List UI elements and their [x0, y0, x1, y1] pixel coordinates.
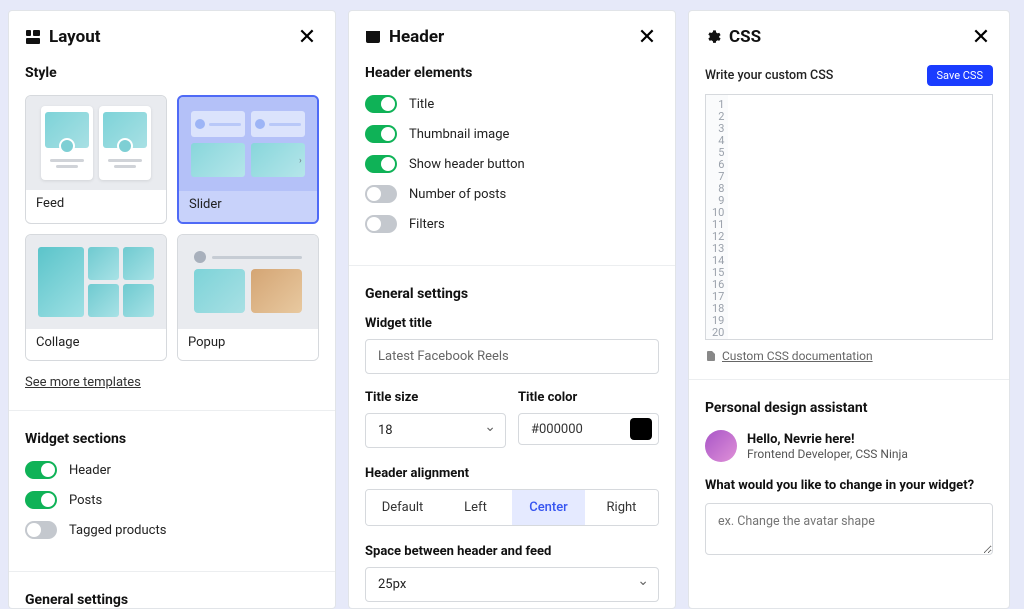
css-panel-head: CSS ✕	[689, 11, 1009, 65]
assistant-info: Hello, Nevrie here! Frontend Developer, …	[705, 430, 993, 462]
header-general-section: General settings Widget title Title size…	[349, 265, 675, 609]
align-default[interactable]: Default	[366, 490, 439, 525]
style-label: Feed	[26, 190, 166, 221]
space-select[interactable]: 25px	[365, 567, 659, 602]
widget-title-label: Widget title	[365, 316, 659, 331]
toggle-tagged-products[interactable]	[25, 521, 57, 539]
general-settings-section: General settings	[9, 571, 335, 609]
style-section: Style Feed ✓ › Slider	[9, 65, 335, 410]
alignment-segment: Default Left Center Right	[365, 489, 659, 526]
close-button[interactable]: ✕	[635, 25, 659, 49]
title-size-label: Title size	[365, 390, 506, 405]
title-color-value: #000000	[531, 422, 630, 437]
widget-title-input[interactable]	[365, 339, 659, 374]
doc-icon	[705, 350, 717, 362]
alignment-label: Header alignment	[365, 466, 659, 481]
header-icon	[365, 29, 381, 45]
style-label: Slider	[179, 191, 317, 222]
layout-panel: Layout ✕ Style Feed ✓ › Slider	[8, 10, 336, 609]
toggle-number-of-posts[interactable]	[365, 185, 397, 203]
title-color-label: Title color	[518, 390, 659, 405]
assistant-heading: Personal design assistant	[705, 400, 993, 416]
widget-sections-heading: Widget sections	[25, 431, 319, 447]
assistant-input[interactable]	[705, 503, 993, 555]
general-heading: General settings	[25, 592, 319, 608]
style-label: Collage	[26, 329, 166, 360]
title-size-select[interactable]: 18	[365, 413, 506, 448]
header-elements-section: Header elements Title Thumbnail image Sh…	[349, 65, 675, 265]
line-numbers: 1234567891011121314151617181920	[706, 95, 728, 339]
css-title: CSS	[729, 27, 969, 47]
style-label: Popup	[178, 329, 318, 360]
style-option-collage[interactable]: Collage	[25, 234, 167, 361]
layout-icon	[25, 29, 41, 45]
close-button[interactable]: ✕	[295, 25, 319, 49]
assistant-role: Frontend Developer, CSS Ninja	[747, 447, 908, 461]
css-panel: CSS ✕ Write your custom CSS Save CSS 123…	[688, 10, 1010, 609]
color-swatch[interactable]	[630, 418, 652, 440]
title-color-input[interactable]: #000000	[518, 413, 659, 445]
toggle-title[interactable]	[365, 95, 397, 113]
style-grid: Feed ✓ › Slider	[25, 95, 319, 361]
assistant-name: Hello, Nevrie here!	[747, 432, 908, 447]
header-panel: Header ✕ Header elements Title Thumbnail…	[348, 10, 676, 609]
toggle-header-button[interactable]	[365, 155, 397, 173]
assistant-avatar	[705, 430, 737, 462]
toggle-header[interactable]	[25, 461, 57, 479]
layout-title: Layout	[49, 27, 295, 47]
save-css-button[interactable]: Save CSS	[927, 65, 993, 86]
gear-icon	[705, 29, 721, 45]
toggle-thumbnail[interactable]	[365, 125, 397, 143]
header-general-heading: General settings	[365, 286, 659, 302]
toggle-posts[interactable]	[25, 491, 57, 509]
style-heading: Style	[25, 65, 319, 81]
style-option-feed[interactable]: Feed	[25, 95, 167, 224]
space-label: Space between header and feed	[365, 544, 659, 559]
code-body[interactable]	[728, 95, 992, 339]
header-title: Header	[389, 27, 635, 47]
header-elements-heading: Header elements	[365, 65, 659, 81]
doc-link-row: Custom CSS documentation	[689, 340, 1009, 379]
css-code-editor[interactable]: 1234567891011121314151617181920	[705, 94, 993, 340]
see-more-templates-link[interactable]: See more templates	[25, 375, 141, 390]
header-panel-head: Header ✕	[349, 11, 675, 65]
align-right[interactable]: Right	[585, 490, 658, 525]
layout-header: Layout ✕	[9, 11, 335, 65]
assistant-section: Personal design assistant Hello, Nevrie …	[689, 379, 1009, 559]
align-left[interactable]: Left	[439, 490, 512, 525]
close-button[interactable]: ✕	[969, 25, 993, 49]
toggle-posts-row: Posts	[25, 491, 319, 509]
assistant-question: What would you like to change in your wi…	[705, 478, 993, 493]
toggle-filters[interactable]	[365, 215, 397, 233]
toggle-tagged-row: Tagged products	[25, 521, 319, 539]
style-option-slider[interactable]: ✓ › Slider	[177, 95, 319, 224]
doc-link[interactable]: Custom CSS documentation	[722, 349, 873, 363]
style-option-popup[interactable]: Popup	[177, 234, 319, 361]
toggle-header-row: Header	[25, 461, 319, 479]
css-toolbar: Write your custom CSS Save CSS	[689, 65, 1009, 86]
align-center[interactable]: Center	[512, 490, 585, 525]
write-css-label: Write your custom CSS	[705, 68, 833, 83]
widget-sections: Widget sections Header Posts Tagged prod…	[9, 410, 335, 571]
